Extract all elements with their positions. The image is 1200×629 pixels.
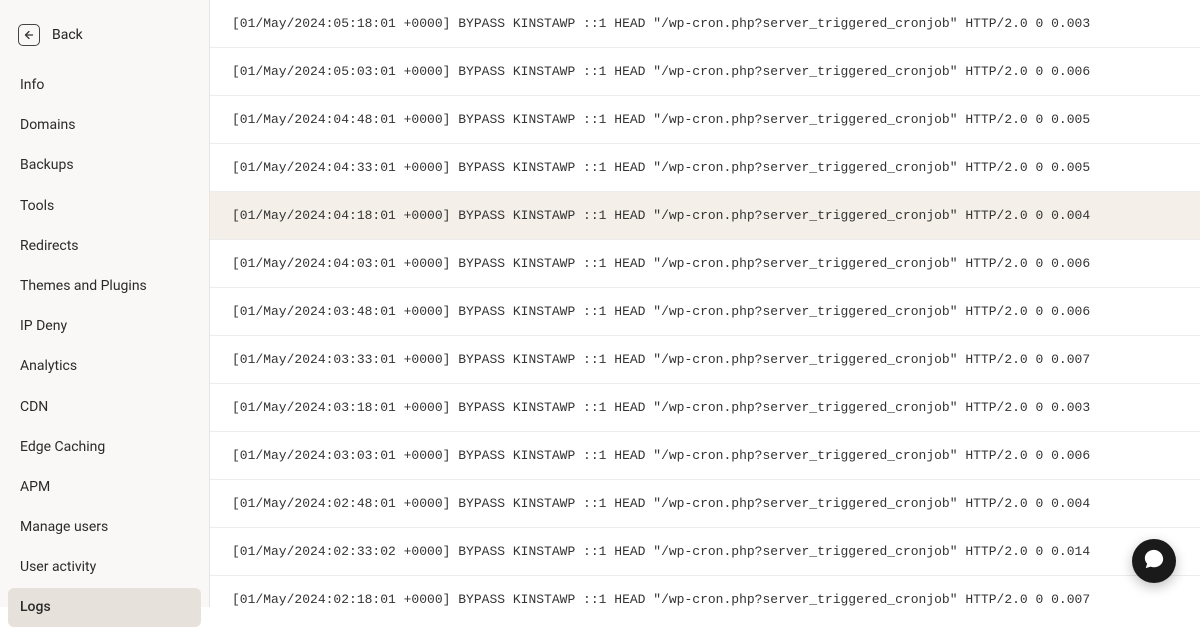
- sidebar-item-user-activity[interactable]: User activity: [8, 548, 201, 586]
- sidebar-item-themes-and-plugins[interactable]: Themes and Plugins: [8, 267, 201, 305]
- log-row[interactable]: [01/May/2024:03:03:01 +0000] BYPASS KINS…: [210, 432, 1200, 480]
- chat-icon: [1143, 548, 1165, 574]
- sidebar-item-edge-caching[interactable]: Edge Caching: [8, 428, 201, 466]
- sidebar-item-backups[interactable]: Backups: [8, 146, 201, 184]
- log-row[interactable]: [01/May/2024:04:48:01 +0000] BYPASS KINS…: [210, 96, 1200, 144]
- log-list: [01/May/2024:05:18:01 +0000] BYPASS KINS…: [210, 0, 1200, 607]
- site-nav: InfoDomainsBackupsToolsRedirectsThemes a…: [0, 66, 209, 629]
- log-row[interactable]: [01/May/2024:04:18:01 +0000] BYPASS KINS…: [210, 192, 1200, 240]
- sidebar-item-info[interactable]: Info: [8, 66, 201, 104]
- log-row[interactable]: [01/May/2024:04:03:01 +0000] BYPASS KINS…: [210, 240, 1200, 288]
- sidebar-item-tools[interactable]: Tools: [8, 187, 201, 225]
- back-arrow-icon: [18, 24, 40, 46]
- sidebar-item-apm[interactable]: APM: [8, 468, 201, 506]
- log-row[interactable]: [01/May/2024:04:33:01 +0000] BYPASS KINS…: [210, 144, 1200, 192]
- sidebar-item-manage-users[interactable]: Manage users: [8, 508, 201, 546]
- sidebar: Back InfoDomainsBackupsToolsRedirectsThe…: [0, 0, 210, 607]
- log-row[interactable]: [01/May/2024:03:18:01 +0000] BYPASS KINS…: [210, 384, 1200, 432]
- back-button[interactable]: Back: [0, 14, 209, 66]
- log-row[interactable]: [01/May/2024:05:03:01 +0000] BYPASS KINS…: [210, 48, 1200, 96]
- log-row[interactable]: [01/May/2024:03:48:01 +0000] BYPASS KINS…: [210, 288, 1200, 336]
- sidebar-item-logs[interactable]: Logs: [8, 588, 201, 626]
- sidebar-item-cdn[interactable]: CDN: [8, 388, 201, 426]
- sidebar-item-analytics[interactable]: Analytics: [8, 347, 201, 385]
- sidebar-item-ip-deny[interactable]: IP Deny: [8, 307, 201, 345]
- log-row[interactable]: [01/May/2024:02:18:01 +0000] BYPASS KINS…: [210, 576, 1200, 607]
- log-panel: [01/May/2024:05:18:01 +0000] BYPASS KINS…: [210, 0, 1200, 607]
- log-row[interactable]: [01/May/2024:03:33:01 +0000] BYPASS KINS…: [210, 336, 1200, 384]
- back-label: Back: [52, 27, 83, 43]
- log-row[interactable]: [01/May/2024:02:33:02 +0000] BYPASS KINS…: [210, 528, 1200, 576]
- chat-widget-button[interactable]: [1132, 539, 1176, 583]
- sidebar-item-domains[interactable]: Domains: [8, 106, 201, 144]
- log-row[interactable]: [01/May/2024:05:18:01 +0000] BYPASS KINS…: [210, 0, 1200, 48]
- log-row[interactable]: [01/May/2024:02:48:01 +0000] BYPASS KINS…: [210, 480, 1200, 528]
- sidebar-item-redirects[interactable]: Redirects: [8, 227, 201, 265]
